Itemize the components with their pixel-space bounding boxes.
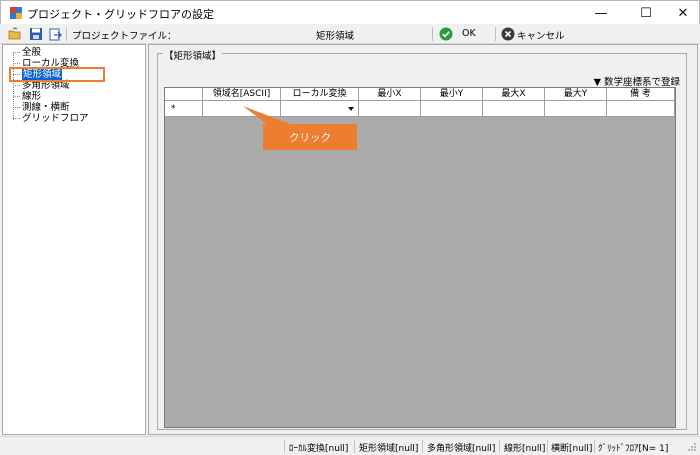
- app-icon: [10, 7, 22, 19]
- ok-check-icon[interactable]: [439, 27, 453, 41]
- new-row-marker: *: [165, 101, 203, 117]
- open-folder-icon[interactable]: [8, 27, 22, 41]
- tree-item-alignment[interactable]: 線形: [13, 91, 41, 102]
- row-header-corner: [165, 88, 203, 101]
- status-separator: [547, 440, 548, 453]
- status-grid-floor: ｸﾞﾘｯﾄﾞﾌﾛｱ[N= 1]: [598, 444, 669, 454]
- grid-header: 領域名[ASCII] ローカル変換 最小X 最小Y 最大X 最大Y 備 考: [165, 88, 675, 101]
- tree-item-grid-floor[interactable]: グリッドフロア: [13, 113, 89, 124]
- save-icon[interactable]: [29, 27, 43, 41]
- export-icon[interactable]: [48, 27, 62, 41]
- minimize-icon: —: [594, 5, 608, 21]
- new-row[interactable]: *: [165, 101, 675, 117]
- chevron-down-icon[interactable]: [348, 107, 354, 111]
- toolbar-separator: [66, 27, 67, 41]
- settings-tree: 全般 ローカル変換 矩形領域 多角形領域 線形 測線・横断 グリッドフロア: [2, 44, 146, 435]
- cell-remarks[interactable]: [607, 101, 675, 117]
- status-separator: [284, 440, 285, 453]
- status-alignment: 線形[null]: [504, 444, 546, 454]
- tree-item-general[interactable]: 全般: [13, 47, 41, 58]
- status-bar: ﾛｰｶﾙ変換[null] 矩形領域[null] 多角形領域[null] 線形[n…: [0, 436, 700, 455]
- toolbar: プロジェクトファイル： 矩形領域 OK キャンセル: [0, 24, 700, 44]
- cancel-button[interactable]: キャンセル: [517, 28, 565, 42]
- ok-button[interactable]: OK: [462, 28, 476, 39]
- minimize-button[interactable]: —: [581, 1, 621, 25]
- toolbar-separator: [495, 27, 496, 41]
- click-callout: クリック: [263, 124, 357, 150]
- group-label: 【矩形領域】: [163, 48, 223, 62]
- column-header-max-x[interactable]: 最大X: [483, 88, 545, 101]
- cell-max-x[interactable]: [483, 101, 545, 117]
- rect-area-grid[interactable]: 領域名[ASCII] ローカル変換 最小X 最小Y 最大X 最大Y 備 考 *: [164, 87, 676, 428]
- cell-area-name[interactable]: [203, 101, 281, 117]
- column-header-local-transform[interactable]: ローカル変換: [281, 88, 359, 101]
- status-separator: [594, 440, 595, 453]
- register-math-coords-button[interactable]: ▼ 数学座標系で登録: [594, 74, 680, 88]
- toolbar-separator: [432, 27, 433, 41]
- window-title: プロジェクト・グリッドフロアの設定: [27, 8, 214, 21]
- resize-grip-icon[interactable]: [687, 442, 697, 452]
- status-separator: [422, 440, 423, 453]
- close-button[interactable]: ✕: [663, 1, 700, 25]
- maximize-icon: ☐: [640, 5, 652, 21]
- close-icon: ✕: [677, 5, 689, 21]
- cell-local-transform-dropdown[interactable]: [281, 101, 359, 117]
- maximize-button[interactable]: ☐: [626, 1, 666, 25]
- column-header-min-y[interactable]: 最小Y: [421, 88, 483, 101]
- content-panel: 【矩形領域】 ▼ 数学座標系で登録 領域名[ASCII] ローカル変換 最小X …: [148, 44, 698, 435]
- status-polygon-area: 多角形領域[null]: [427, 444, 496, 454]
- status-local-transform: ﾛｰｶﾙ変換[null]: [289, 444, 349, 454]
- tree-item-survey-cross[interactable]: 測線・横断: [13, 102, 70, 113]
- cell-max-y[interactable]: [545, 101, 607, 117]
- status-cross-section: 横断[null]: [551, 444, 593, 454]
- selection-highlight-box: [9, 67, 105, 82]
- column-header-area-name[interactable]: 領域名[ASCII]: [203, 88, 281, 101]
- current-item-label: 矩形領域: [316, 31, 355, 42]
- project-file-label: プロジェクトファイル：: [72, 31, 177, 42]
- status-separator: [354, 440, 355, 453]
- rect-area-group: 【矩形領域】 ▼ 数学座標系で登録 領域名[ASCII] ローカル変換 最小X …: [157, 48, 687, 430]
- column-header-remarks[interactable]: 備 考: [607, 88, 675, 101]
- column-header-min-x[interactable]: 最小X: [359, 88, 421, 101]
- cancel-x-icon[interactable]: [501, 27, 515, 41]
- status-rect-area: 矩形領域[null]: [359, 444, 419, 454]
- title-bar: プロジェクト・グリッドフロアの設定 — ☐ ✕: [0, 0, 700, 24]
- status-separator: [499, 440, 500, 453]
- cell-min-x[interactable]: [359, 101, 421, 117]
- cell-min-y[interactable]: [421, 101, 483, 117]
- column-header-max-y[interactable]: 最大Y: [545, 88, 607, 101]
